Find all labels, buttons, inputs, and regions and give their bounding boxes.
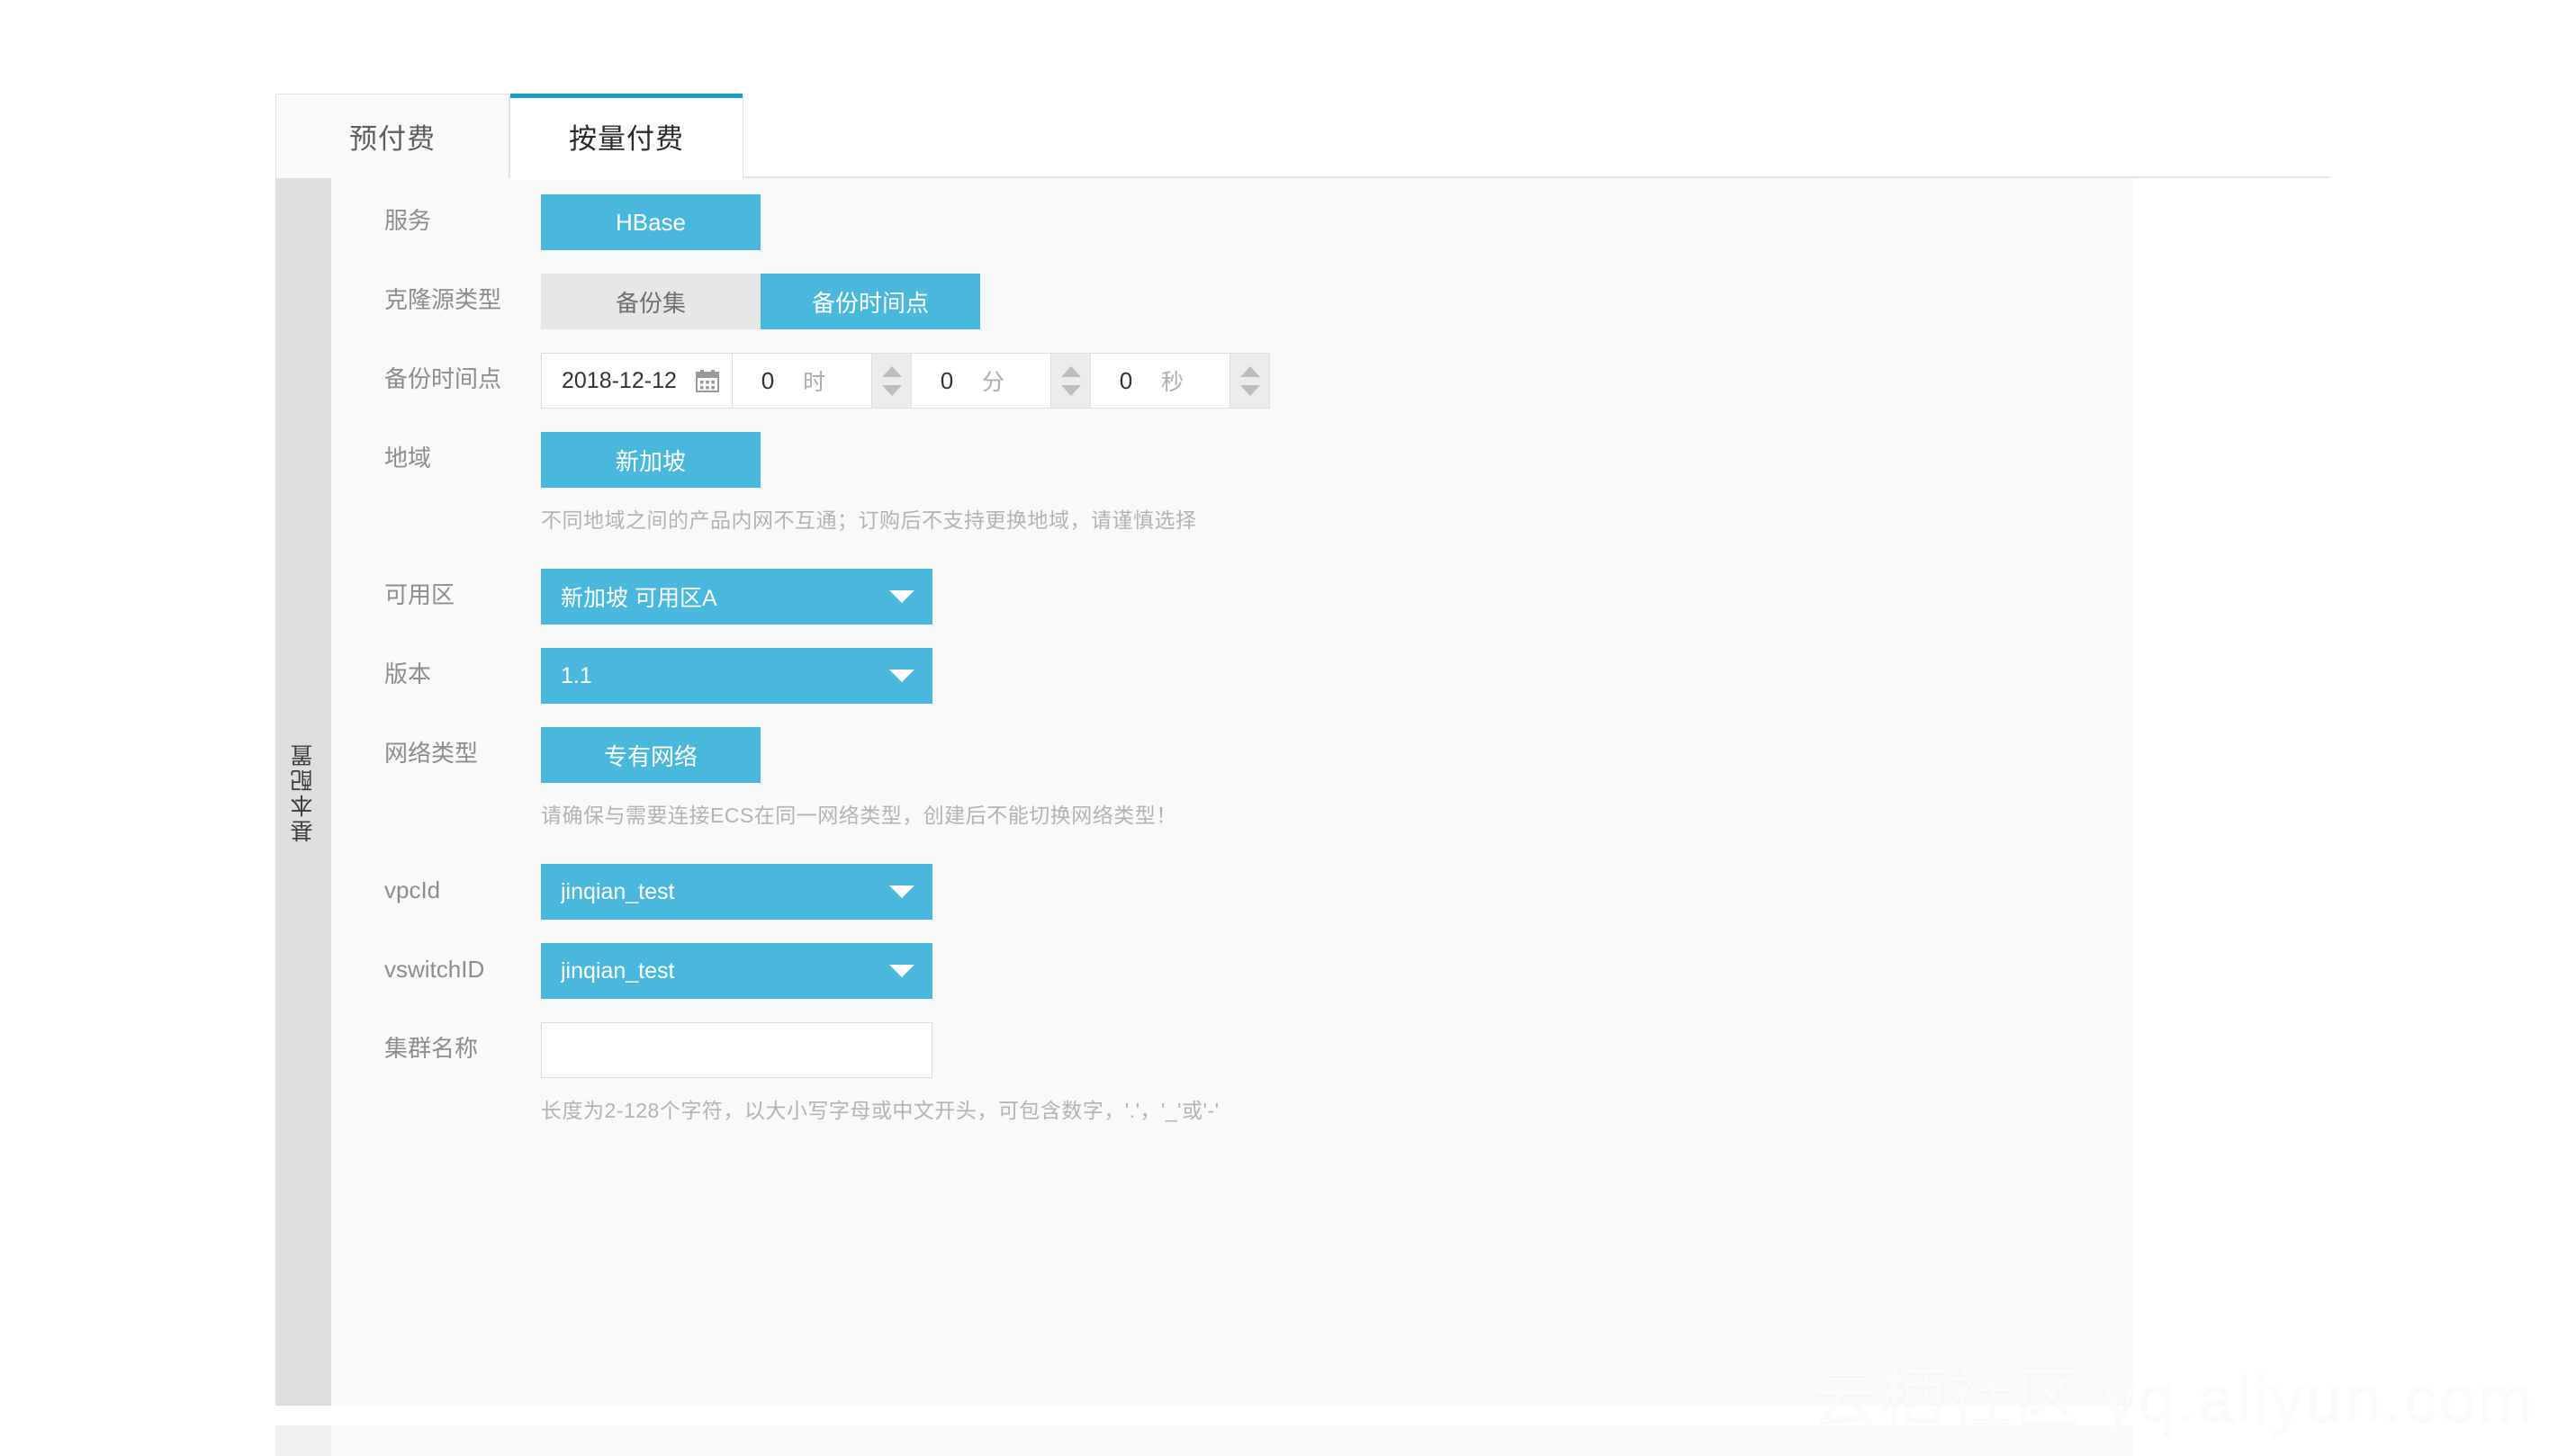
clone-source-type-segmented: 备份集 备份时间点	[541, 274, 980, 329]
backup-minute-value: 0	[940, 366, 954, 394]
backup-second-input[interactable]: 0 秒	[1091, 353, 1230, 409]
stepper-down-icon[interactable]	[1239, 384, 1260, 396]
tab-pay-as-you-go[interactable]: 按量付费	[509, 94, 743, 180]
row-zone: 可用区 新加坡 可用区A	[331, 569, 2133, 625]
network-type-vpc-button[interactable]: 专有网络	[541, 727, 761, 784]
field-zone: 新加坡 可用区A	[541, 569, 2133, 625]
label-version: 版本	[384, 661, 432, 688]
row-service: 服务 HBase	[331, 194, 2133, 250]
field-region: 新加坡 不同地域之间的产品内网不互通；订购后不支持更换地域，请谨慎选择	[541, 432, 2133, 535]
region-singapore-button[interactable]: 新加坡	[541, 432, 761, 488]
region-hint: 不同地域之间的产品内网不互通；订购后不支持更换地域，请谨慎选择	[541, 508, 1197, 532]
backup-hour-stepper[interactable]	[872, 353, 912, 409]
network-type-hint: 请确保与需要连接ECS在同一网络类型，创建后不能切换网络类型！	[541, 804, 1177, 828]
chevron-down-icon[interactable]	[889, 670, 914, 683]
label-zone: 可用区	[384, 581, 455, 609]
vpc-id-select-value: jinqian_test	[561, 878, 675, 904]
cluster-name-input[interactable]	[541, 1022, 932, 1079]
field-backup-time: 2018-12-12 0 时 0 分 0 秒	[541, 353, 2133, 409]
backup-date-value: 2018-12-12	[562, 367, 677, 393]
version-select-value: 1.1	[561, 662, 592, 688]
label-vswitch-id: vswitchID	[384, 956, 485, 984]
backup-date-input[interactable]: 2018-12-12	[541, 353, 733, 409]
stepper-up-icon[interactable]	[881, 365, 902, 377]
row-version: 版本 1.1	[331, 648, 2133, 705]
section-rail-label: 基本配置	[291, 741, 316, 842]
vswitch-id-select-value: jinqian_test	[561, 957, 675, 984]
next-section-rail	[275, 1425, 331, 1456]
backup-second-value: 0	[1119, 366, 1133, 394]
backup-minute-stepper[interactable]	[1051, 353, 1091, 409]
backup-hour-input[interactable]: 0 时	[733, 353, 872, 409]
field-network-type: 专有网络 请确保与需要连接ECS在同一网络类型，创建后不能切换网络类型！	[541, 727, 2133, 830]
backup-second-unit: 秒	[1161, 370, 1184, 395]
chevron-down-icon[interactable]	[889, 590, 914, 604]
row-region: 地域 新加坡 不同地域之间的产品内网不互通；订购后不支持更换地域，请谨慎选择	[331, 432, 2133, 535]
row-clone-source-type: 克隆源类型 备份集 备份时间点	[331, 274, 2133, 329]
stepper-up-icon[interactable]	[1239, 365, 1260, 377]
clone-source-backup-time-option[interactable]: 备份时间点	[761, 274, 980, 329]
field-clone-source-type: 备份集 备份时间点	[541, 274, 2133, 329]
vpc-id-select[interactable]: jinqian_test	[541, 864, 932, 921]
billing-mode-tabs: 预付费 按量付费	[275, 94, 2330, 180]
row-vswitch-id: vswitchID jinqian_test	[331, 943, 2133, 1000]
backup-hour-unit: 时	[803, 370, 826, 395]
row-cluster-name: 集群名称 长度为2-128个字符，以大小写字母或中文开头，可包含数字，'.'，'…	[331, 1022, 2133, 1125]
clone-source-backup-set-option[interactable]: 备份集	[541, 274, 761, 329]
page-root: 预付费 按量付费 基本配置 服务 HBase 克隆源类型 备份集 备份时间点 备…	[0, 0, 2567, 1456]
tab-prepaid-label: 预付费	[349, 123, 436, 155]
field-vpc-id: jinqian_test	[541, 864, 2133, 921]
zone-select[interactable]: 新加坡 可用区A	[541, 569, 932, 625]
label-region: 地域	[384, 445, 432, 472]
label-service: 服务	[384, 207, 432, 234]
calendar-icon[interactable]	[696, 369, 719, 392]
label-clone-source-type: 克隆源类型	[384, 286, 502, 313]
basic-config-panel: 基本配置 服务 HBase 克隆源类型 备份集 备份时间点 备份时间点 2018…	[275, 178, 2133, 1406]
config-form: 服务 HBase 克隆源类型 备份集 备份时间点 备份时间点 2018-12-1…	[331, 178, 2133, 1406]
stepper-down-icon[interactable]	[881, 384, 902, 396]
backup-second-stepper[interactable]	[1230, 353, 1270, 409]
backup-hour-value: 0	[761, 366, 775, 394]
section-rail: 基本配置	[275, 178, 331, 1406]
stepper-up-icon[interactable]	[1060, 365, 1081, 377]
next-section-panel	[275, 1425, 2133, 1456]
label-cluster-name: 集群名称	[384, 1035, 479, 1063]
backup-time-group: 2018-12-12 0 时 0 分 0 秒	[541, 353, 2133, 409]
field-cluster-name: 长度为2-128个字符，以大小写字母或中文开头，可包含数字，'.'，'_'或'-…	[541, 1022, 2133, 1125]
row-network-type: 网络类型 专有网络 请确保与需要连接ECS在同一网络类型，创建后不能切换网络类型…	[331, 727, 2133, 830]
label-backup-time: 备份时间点	[384, 365, 502, 392]
row-backup-time: 备份时间点 2018-12-12 0 时 0 分 0 秒	[331, 353, 2133, 409]
field-service: HBase	[541, 194, 2133, 250]
backup-minute-unit: 分	[982, 370, 1005, 395]
stepper-down-icon[interactable]	[1060, 384, 1081, 396]
backup-minute-input[interactable]: 0 分	[912, 353, 1051, 409]
chevron-down-icon[interactable]	[889, 965, 914, 978]
row-vpc-id: vpcId jinqian_test	[331, 864, 2133, 921]
label-network-type: 网络类型	[384, 740, 479, 768]
vswitch-id-select[interactable]: jinqian_test	[541, 943, 932, 1000]
field-vswitch-id: jinqian_test	[541, 943, 2133, 1000]
chevron-down-icon[interactable]	[889, 885, 914, 899]
cluster-name-hint: 长度为2-128个字符，以大小写字母或中文开头，可包含数字，'.'，'_'或'-…	[541, 1099, 1220, 1123]
version-select[interactable]: 1.1	[541, 648, 932, 705]
tab-pay-as-you-go-label: 按量付费	[569, 122, 684, 155]
label-vpc-id: vpcId	[384, 876, 441, 904]
field-version: 1.1	[541, 648, 2133, 705]
service-hbase-button[interactable]: HBase	[541, 194, 761, 250]
zone-select-value: 新加坡 可用区A	[561, 586, 717, 612]
tab-prepaid[interactable]: 预付费	[275, 94, 509, 178]
